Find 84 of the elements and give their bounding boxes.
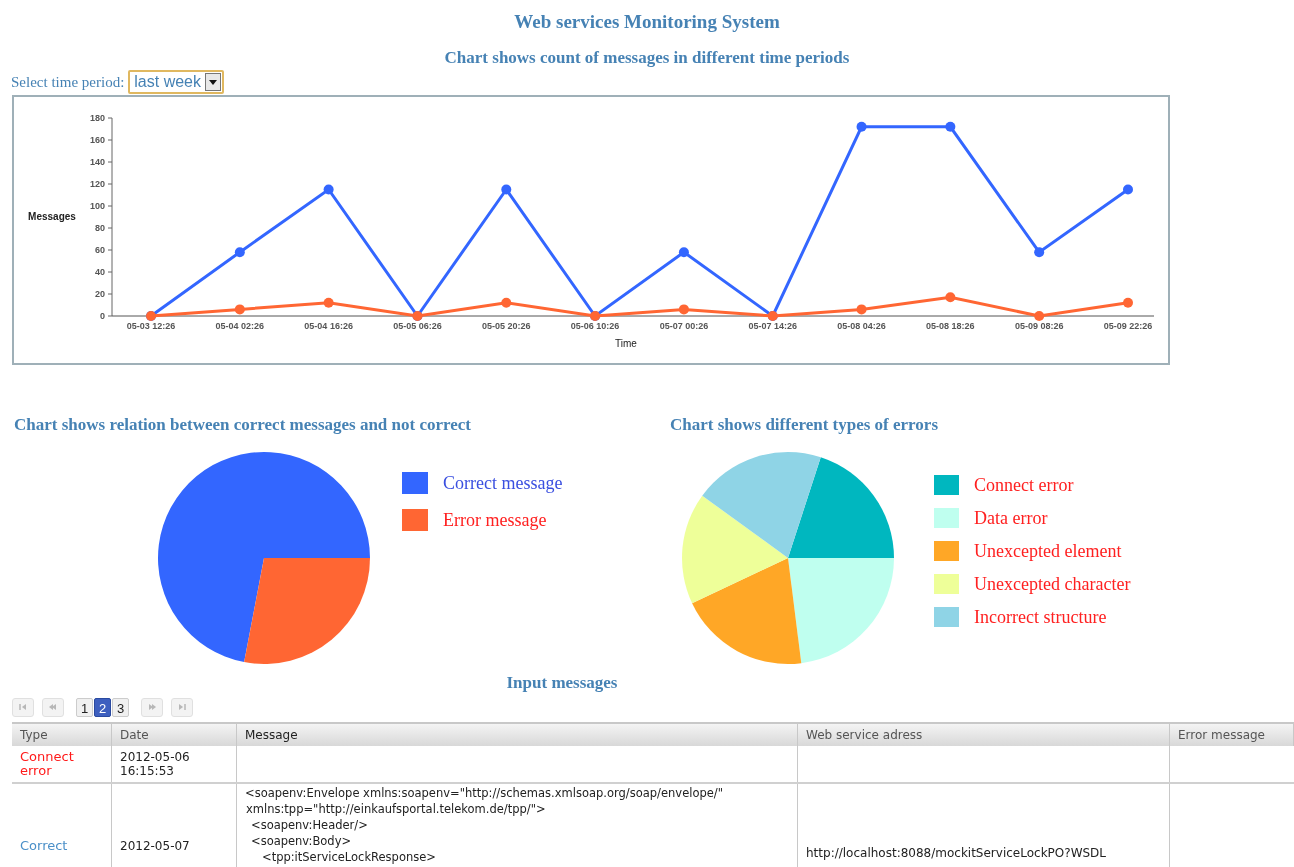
date-text: 2012-05-07 xyxy=(120,838,191,853)
message-line: <soapenv:Envelope xmlns:soapenv="http://schemas.xmlsoap.org/soap/envelope/" xyxy=(245,784,724,801)
tick-label: 180 xyxy=(89,113,105,123)
data-point xyxy=(945,121,956,132)
legend-swatch xyxy=(934,574,959,594)
legend-swatch xyxy=(402,509,428,531)
data-point xyxy=(945,292,956,303)
legend-label: Error message xyxy=(443,508,547,532)
data-point xyxy=(1034,247,1045,258)
message-type: Connect error xyxy=(20,749,75,778)
chart-heading: Chart shows different types of errors xyxy=(670,414,940,436)
tick-label: 100 xyxy=(89,201,105,211)
page-button[interactable]: 1 xyxy=(76,697,93,717)
data-point xyxy=(323,297,334,308)
legend-swatch xyxy=(934,607,959,627)
tick-label: 05-08 18:26 xyxy=(926,321,975,331)
select-label: Select time period: xyxy=(11,72,125,92)
data-point xyxy=(501,297,512,308)
tick-label: 05-07 00:26 xyxy=(659,321,709,331)
step-arrow-icon xyxy=(147,702,157,712)
legend-label: Data error xyxy=(974,506,1048,530)
column-header: Web service adress xyxy=(798,723,1170,746)
legend-swatch xyxy=(934,508,959,528)
axis-title: Time xyxy=(615,338,637,349)
step-arrow-icon xyxy=(48,702,58,712)
chart-heading: Chart shows count of messages in different time periods xyxy=(443,47,851,69)
tick-label: 05-07 14:26 xyxy=(748,321,797,331)
message-line: <soapenv:Header/> xyxy=(250,816,369,833)
skip-arrow-icon xyxy=(18,702,28,712)
page-button[interactable]: 3 xyxy=(112,697,129,717)
date-text: 16:15:53 xyxy=(120,763,175,778)
data-point xyxy=(678,247,689,258)
message-line: xmlns:tpp="http://einkaufsportal.telekom.de/tpp/"> xyxy=(245,800,547,817)
data-point xyxy=(1123,184,1133,195)
tick-label: 05-09 22:26 xyxy=(1103,321,1153,331)
chart-heading: Chart shows relation between correct messages and not correct xyxy=(14,414,473,436)
tick-label: 05-09 08:26 xyxy=(1014,321,1064,331)
skip-arrow-icon xyxy=(177,702,187,712)
data-point xyxy=(501,184,512,195)
tick-label: 05-05 06:26 xyxy=(393,321,442,331)
tick-label: 40 xyxy=(95,267,105,277)
tick-label: 0 xyxy=(100,311,105,321)
legend-swatch xyxy=(934,541,959,561)
data-point xyxy=(856,121,867,132)
column-header: Date xyxy=(112,723,237,746)
tick-label: 05-06 10:26 xyxy=(570,321,620,331)
tick-label: 05-05 20:26 xyxy=(482,321,531,331)
data-point xyxy=(1123,297,1133,308)
legend-swatch xyxy=(402,472,428,494)
data-point xyxy=(856,304,867,315)
column-header: Type xyxy=(12,723,112,746)
tick-label: 05-04 16:26 xyxy=(304,321,353,331)
page-title: Web services Monitoring System xyxy=(513,10,781,34)
tick-label: 05-08 04:26 xyxy=(837,321,886,331)
data-point xyxy=(678,304,689,315)
legend-swatch xyxy=(934,475,959,495)
date-text: 2012-05-06 xyxy=(120,749,191,764)
tick-label: 120 xyxy=(89,179,105,189)
page-button[interactable]: 2 xyxy=(94,697,111,717)
data-point xyxy=(1034,311,1045,321)
tick-label: 05-03 12:26 xyxy=(126,321,176,331)
axis-title: Messages xyxy=(28,211,76,222)
data-point xyxy=(234,304,245,315)
legend-label: Correct message xyxy=(443,471,563,495)
legend-label: Incorrect structure xyxy=(974,605,1107,629)
tick-label: 80 xyxy=(95,223,105,233)
address-text: http://localhost:8088/mockitServiceLockPO?WSDL xyxy=(806,844,1107,862)
message-line: <tpp:itServiceLockResponse> xyxy=(261,848,437,865)
legend-label: Connect error xyxy=(974,473,1074,497)
section-heading: Input messages xyxy=(505,671,619,694)
data-point xyxy=(234,247,245,258)
legend-label: Unexcepted character xyxy=(974,572,1131,596)
tick-label: 140 xyxy=(89,157,105,167)
legend-label: Unexcepted element xyxy=(974,539,1122,563)
column-header: Message xyxy=(237,723,798,746)
data-point xyxy=(323,184,334,195)
tick-label: 160 xyxy=(89,135,105,145)
column-header: Error message xyxy=(1170,723,1294,746)
tick-label: 60 xyxy=(95,245,105,255)
tick-label: 05-04 02:26 xyxy=(215,321,265,331)
message-type: Correct xyxy=(20,838,68,855)
time-period-select[interactable]: last week xyxy=(128,70,224,94)
tick-label: 20 xyxy=(95,289,105,299)
message-line: <soapenv:Body> xyxy=(250,832,353,849)
